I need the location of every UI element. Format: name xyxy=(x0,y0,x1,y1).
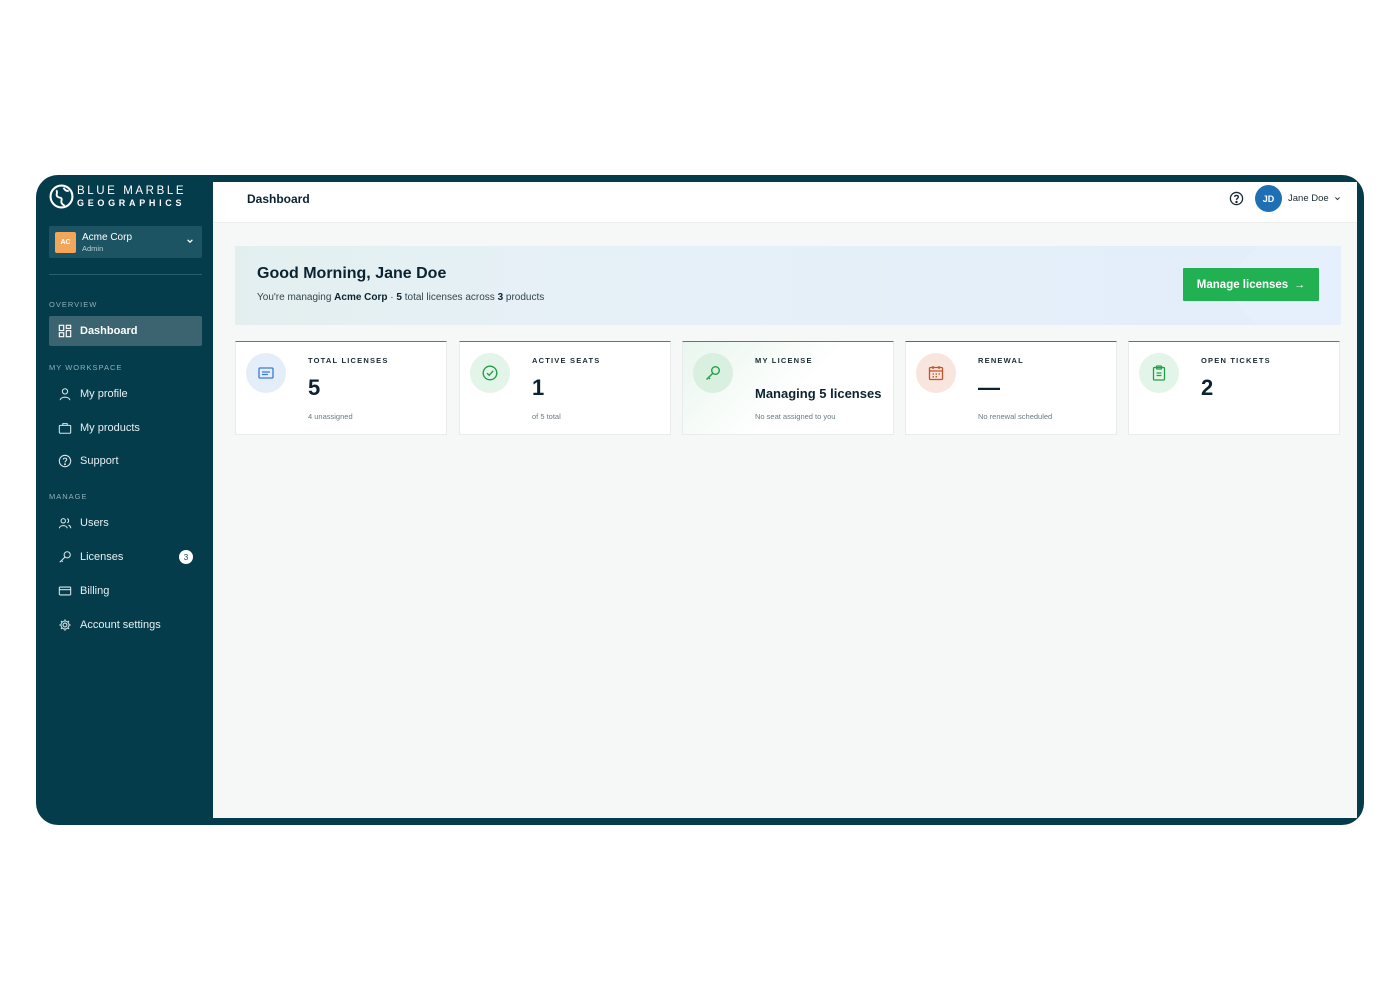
sidebar: BLUE MARBLE GEOGRAPHICS AC Acme Corp Adm… xyxy=(36,175,213,825)
summary-suffix: products xyxy=(503,292,545,303)
card-value: 1 xyxy=(532,375,545,400)
greeting: Good Morning, Jane Doe xyxy=(257,265,447,282)
card-icon-wrap xyxy=(470,353,510,393)
calendar-icon xyxy=(928,366,944,381)
credit-card-icon xyxy=(58,586,72,596)
user-avatar[interactable]: JD xyxy=(1255,185,1282,212)
brand-logo[interactable]: BLUE MARBLE GEOGRAPHICS xyxy=(49,184,186,209)
sidebar-item-profile[interactable]: My profile xyxy=(49,379,202,409)
card-icon-wrap xyxy=(916,353,956,393)
chevron-down-icon[interactable] xyxy=(1334,195,1341,202)
briefcase-icon xyxy=(58,423,72,434)
card-label: ACTIVE SEATS xyxy=(532,356,601,365)
card-icon-wrap xyxy=(693,353,733,393)
page-title: Dashboard xyxy=(247,192,310,206)
brand-line1: BLUE MARBLE xyxy=(77,184,187,197)
chevron-down-icon xyxy=(187,239,193,244)
gear-icon xyxy=(59,619,71,631)
card-icon-wrap xyxy=(246,353,286,393)
summary-prefix: You're managing xyxy=(257,292,335,303)
card-total-licenses[interactable]: TOTAL LICENSES 5 4 unassigned xyxy=(235,341,447,435)
sidebar-item-users[interactable]: Users xyxy=(49,508,202,538)
org-role: Admin xyxy=(82,243,104,253)
license-card-icon xyxy=(258,367,274,379)
card-subtext: 4 unassigned xyxy=(308,412,353,421)
sidebar-item-products[interactable]: My products xyxy=(49,413,202,443)
clipboard-icon xyxy=(1152,365,1166,381)
sidebar-item-label: Licenses xyxy=(80,551,124,563)
sidebar-item-dashboard[interactable]: Dashboard xyxy=(49,316,202,346)
sidebar-item-label: Billing xyxy=(80,585,110,597)
brand-line2: GEOGRAPHICS xyxy=(77,197,186,208)
licenses-count-badge: 3 xyxy=(179,550,193,564)
card-subtext: of 5 total xyxy=(532,412,561,421)
app-frame: BLUE MARBLE GEOGRAPHICS AC Acme Corp Adm… xyxy=(36,175,1364,825)
summary-org: Acme Corp xyxy=(334,292,388,303)
welcome-summary: You're managing Acme Corp · 5 total lice… xyxy=(257,292,544,303)
sidebar-item-label: Dashboard xyxy=(80,325,138,337)
card-label: RENEWAL xyxy=(978,356,1024,365)
card-label: OPEN TICKETS xyxy=(1201,356,1271,365)
sidebar-divider xyxy=(49,274,202,275)
summary-mid: total licenses across xyxy=(401,292,498,303)
card-subtext: No seat assigned to you xyxy=(755,412,836,421)
card-open-tickets[interactable]: OPEN TICKETS 2 xyxy=(1128,341,1340,435)
dashboard-icon xyxy=(58,324,72,338)
main-content: Dashboard JD Jane Doe Good Morning, Jane… xyxy=(213,182,1357,818)
section-my-workspace: MY WORKSPACE xyxy=(49,363,123,372)
arrow-right-icon: → xyxy=(1294,278,1306,291)
card-renewal[interactable]: RENEWAL — No renewal scheduled xyxy=(905,341,1117,435)
sidebar-item-label: My profile xyxy=(80,388,128,400)
sidebar-item-label: Account settings xyxy=(80,619,161,631)
check-circle-icon xyxy=(482,365,498,381)
sidebar-item-label: Users xyxy=(80,517,109,529)
button-label: Manage licenses xyxy=(1196,278,1289,291)
card-value: 5 xyxy=(308,375,321,400)
user-name[interactable]: Jane Doe xyxy=(1288,193,1329,204)
users-icon xyxy=(58,518,72,529)
key-icon xyxy=(59,551,71,563)
user-icon xyxy=(59,388,71,401)
card-value: 2 xyxy=(1201,375,1214,400)
top-bar: Dashboard JD Jane Doe xyxy=(213,182,1357,223)
key-icon xyxy=(706,366,720,380)
card-label: MY LICENSE xyxy=(755,356,813,365)
card-value: Managing 5 licenses xyxy=(755,386,882,401)
sidebar-item-support[interactable]: Support xyxy=(49,446,202,476)
org-avatar: AC xyxy=(55,231,76,253)
sidebar-item-label: My products xyxy=(80,422,140,434)
welcome-banner: Good Morning, Jane Doe You're managing A… xyxy=(235,246,1341,325)
help-circle-icon xyxy=(58,454,72,468)
org-switcher[interactable]: AC Acme Corp Admin xyxy=(49,226,202,258)
card-label: TOTAL LICENSES xyxy=(308,356,389,365)
sidebar-item-label: Support xyxy=(80,455,119,467)
card-subtext: No renewal scheduled xyxy=(978,412,1053,421)
org-name: Acme Corp xyxy=(82,231,133,243)
sidebar-item-licenses[interactable]: Licenses 3 xyxy=(49,542,202,572)
card-value: — xyxy=(978,375,1000,400)
help-icon[interactable] xyxy=(1229,191,1244,206)
card-icon-wrap xyxy=(1139,353,1179,393)
sidebar-item-billing[interactable]: Billing xyxy=(49,576,202,606)
section-manage: MANAGE xyxy=(49,492,88,501)
section-overview: OVERVIEW xyxy=(49,300,98,309)
globe-icon xyxy=(49,184,74,209)
card-my-license[interactable]: MY LICENSE Managing 5 licenses No seat a… xyxy=(682,341,894,435)
manage-licenses-button[interactable]: Manage licenses → xyxy=(1183,268,1319,301)
card-active-seats[interactable]: ACTIVE SEATS 1 of 5 total xyxy=(459,341,671,435)
sidebar-item-account-settings[interactable]: Account settings xyxy=(49,610,202,640)
